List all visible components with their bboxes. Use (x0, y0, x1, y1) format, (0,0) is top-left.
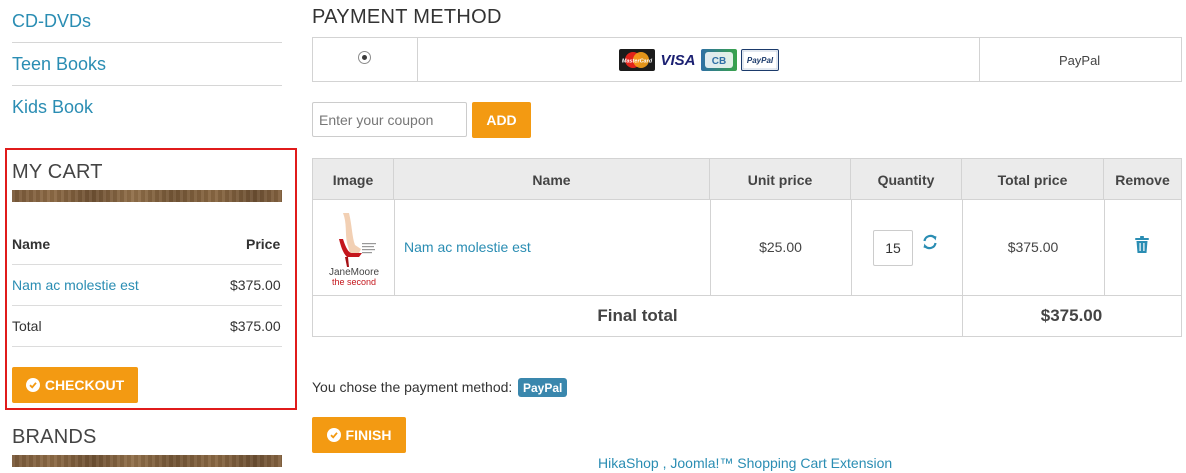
divider (1104, 200, 1105, 295)
col-header-unit-price: Unit price (710, 159, 851, 200)
product-name-link[interactable]: Nam ac molestie est (404, 239, 531, 255)
table-header-row: Image Name Unit price Quantity Total pri… (313, 159, 1181, 200)
payment-method-name: PayPal (1059, 53, 1101, 68)
payment-method-table: MasterCard VISA CB PayPal PayPal (312, 37, 1182, 82)
add-coupon-button[interactable]: ADD (472, 102, 531, 138)
col-header-quantity: Quantity (851, 159, 962, 200)
divider (12, 85, 282, 86)
payment-radio-paypal[interactable] (358, 51, 371, 64)
divider (12, 346, 282, 347)
col-header-total-price: Total price (962, 159, 1104, 200)
cart-total-label: Total (12, 318, 42, 334)
payment-chosen-text: You chose the payment method: (312, 379, 513, 395)
quantity-input[interactable] (873, 230, 913, 266)
check-circle-icon (326, 428, 341, 442)
cb-card-icon: CB (701, 49, 737, 71)
col-header-name: Name (394, 159, 710, 200)
unit-price-value: $25.00 (759, 239, 802, 255)
svg-text:CB: CB (712, 56, 726, 67)
brands-title: BRANDS (12, 426, 97, 448)
cart-total-value: $375.00 (230, 318, 281, 334)
payment-radio-cell (313, 38, 418, 81)
title-underline-bar (12, 190, 282, 202)
cart-table: Image Name Unit price Quantity Total pri… (312, 158, 1182, 337)
cart-item-link[interactable]: Nam ac molestie est (12, 277, 139, 293)
divider (12, 264, 282, 265)
visa-icon: VISA (659, 49, 697, 71)
divider (12, 305, 282, 306)
check-circle-icon (25, 378, 40, 392)
cover-title-text: the second (332, 277, 376, 287)
refresh-quantity-icon[interactable] (921, 233, 939, 251)
coupon-input[interactable] (312, 102, 467, 137)
total-price-value: $375.00 (1007, 239, 1059, 255)
payment-method-badge: PayPal (518, 378, 568, 397)
divider (851, 200, 852, 295)
category-link-kids-book[interactable]: Kids Book (12, 97, 93, 118)
cart-item-price: $375.00 (230, 277, 281, 293)
trash-icon[interactable] (1134, 236, 1150, 254)
col-header-image: Image (313, 159, 394, 200)
checkout-label: CHECKOUT (44, 377, 125, 393)
category-link-teen-books[interactable]: Teen Books (12, 54, 106, 75)
svg-text:PayPal: PayPal (747, 56, 774, 65)
payment-logos-cell: MasterCard VISA CB PayPal (418, 38, 980, 81)
title-underline-bar (12, 455, 282, 467)
final-total-label: Final total (597, 306, 678, 325)
cart-col-name-header: Name (12, 236, 51, 252)
col-header-remove: Remove (1115, 171, 1170, 188)
my-cart-title: MY CART (12, 161, 103, 183)
divider (12, 42, 282, 43)
category-link-cd-dvds[interactable]: CD-DVDs (12, 11, 91, 32)
checkout-button[interactable]: CHECKOUT (12, 367, 138, 403)
divider (394, 200, 395, 295)
finish-button[interactable]: FINISH (312, 417, 406, 453)
footer-hikashop-link[interactable]: HikaShop , Joomla!™ Shopping Cart Extens… (598, 455, 892, 471)
mastercard-icon: MasterCard (619, 49, 655, 71)
sidebar: CD-DVDs Teen Books Kids Book MY CART Nam… (0, 0, 300, 473)
svg-text:MasterCard: MasterCard (622, 59, 653, 65)
final-total-value: $375.00 (1040, 306, 1103, 325)
payment-method-title: PAYMENT METHOD (312, 6, 502, 28)
finish-label: FINISH (345, 427, 392, 443)
cart-col-price-header: Price (246, 236, 281, 252)
paypal-logo-icon: PayPal (741, 49, 779, 71)
product-image[interactable]: JaneMoore the second (325, 209, 383, 287)
